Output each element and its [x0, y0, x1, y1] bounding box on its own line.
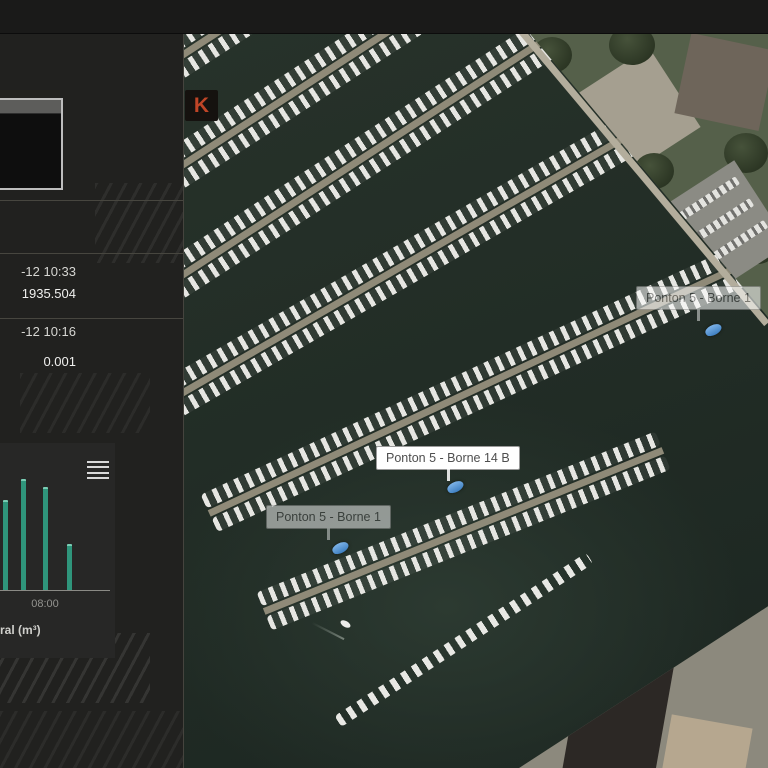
chart-menu-icon[interactable] — [87, 461, 109, 479]
boat-wake — [312, 622, 345, 640]
pier — [200, 240, 762, 532]
reading-block: -12 10:16 0.001 — [0, 321, 76, 373]
background-ghost — [20, 373, 150, 433]
quay — [514, 603, 768, 768]
preview-window[interactable] — [0, 98, 63, 190]
chart-bar — [43, 487, 48, 590]
building-roof — [661, 714, 752, 768]
chart-x-axis — [0, 590, 110, 591]
reading-value: 1935.504 — [0, 283, 76, 305]
satellite-map[interactable]: K Ponton 5 - Borne 1 Ponton 5 - Borne 14… — [184, 33, 768, 768]
divider — [0, 318, 183, 319]
divider — [0, 253, 183, 254]
building-roof — [561, 644, 675, 768]
background-ghost — [0, 711, 183, 768]
preview-window-titlebar — [0, 100, 61, 114]
chart-bar — [21, 479, 26, 590]
map-control-k[interactable]: K — [185, 90, 218, 121]
chart-bar — [3, 500, 8, 590]
background-ghost — [95, 183, 183, 263]
moving-boat — [339, 619, 352, 630]
berth-marker-icon[interactable] — [704, 322, 724, 339]
reading-block: -12 10:33 1935.504 — [0, 261, 76, 305]
chart-bar — [67, 544, 72, 590]
top-bar — [0, 0, 768, 34]
berth-marker-icon[interactable] — [446, 479, 466, 496]
divider — [0, 200, 183, 201]
chart-legend[interactable]: ral (m³) — [0, 623, 41, 637]
chart-x-tick-label: 08:00 — [0, 598, 90, 610]
map-control-k-label: K — [194, 94, 209, 118]
building-roof — [674, 33, 768, 131]
sidebar: -12 10:33 1935.504 -12 10:16 0.001 08:00… — [0, 33, 184, 768]
berth-label[interactable]: Ponton 5 - Borne 1 — [636, 286, 761, 310]
berth-label[interactable]: Ponton 5 - Borne 1 — [266, 505, 391, 529]
reading-timestamp: -12 10:33 — [0, 261, 76, 283]
reading-value: 0.001 — [0, 351, 76, 373]
reading-timestamp: -12 10:16 — [0, 321, 76, 343]
berth-label[interactable]: Ponton 5 - Borne 14 B — [376, 446, 520, 470]
chart-bars — [0, 479, 112, 590]
chart-panel: 08:00 ral (m³) — [0, 443, 115, 658]
